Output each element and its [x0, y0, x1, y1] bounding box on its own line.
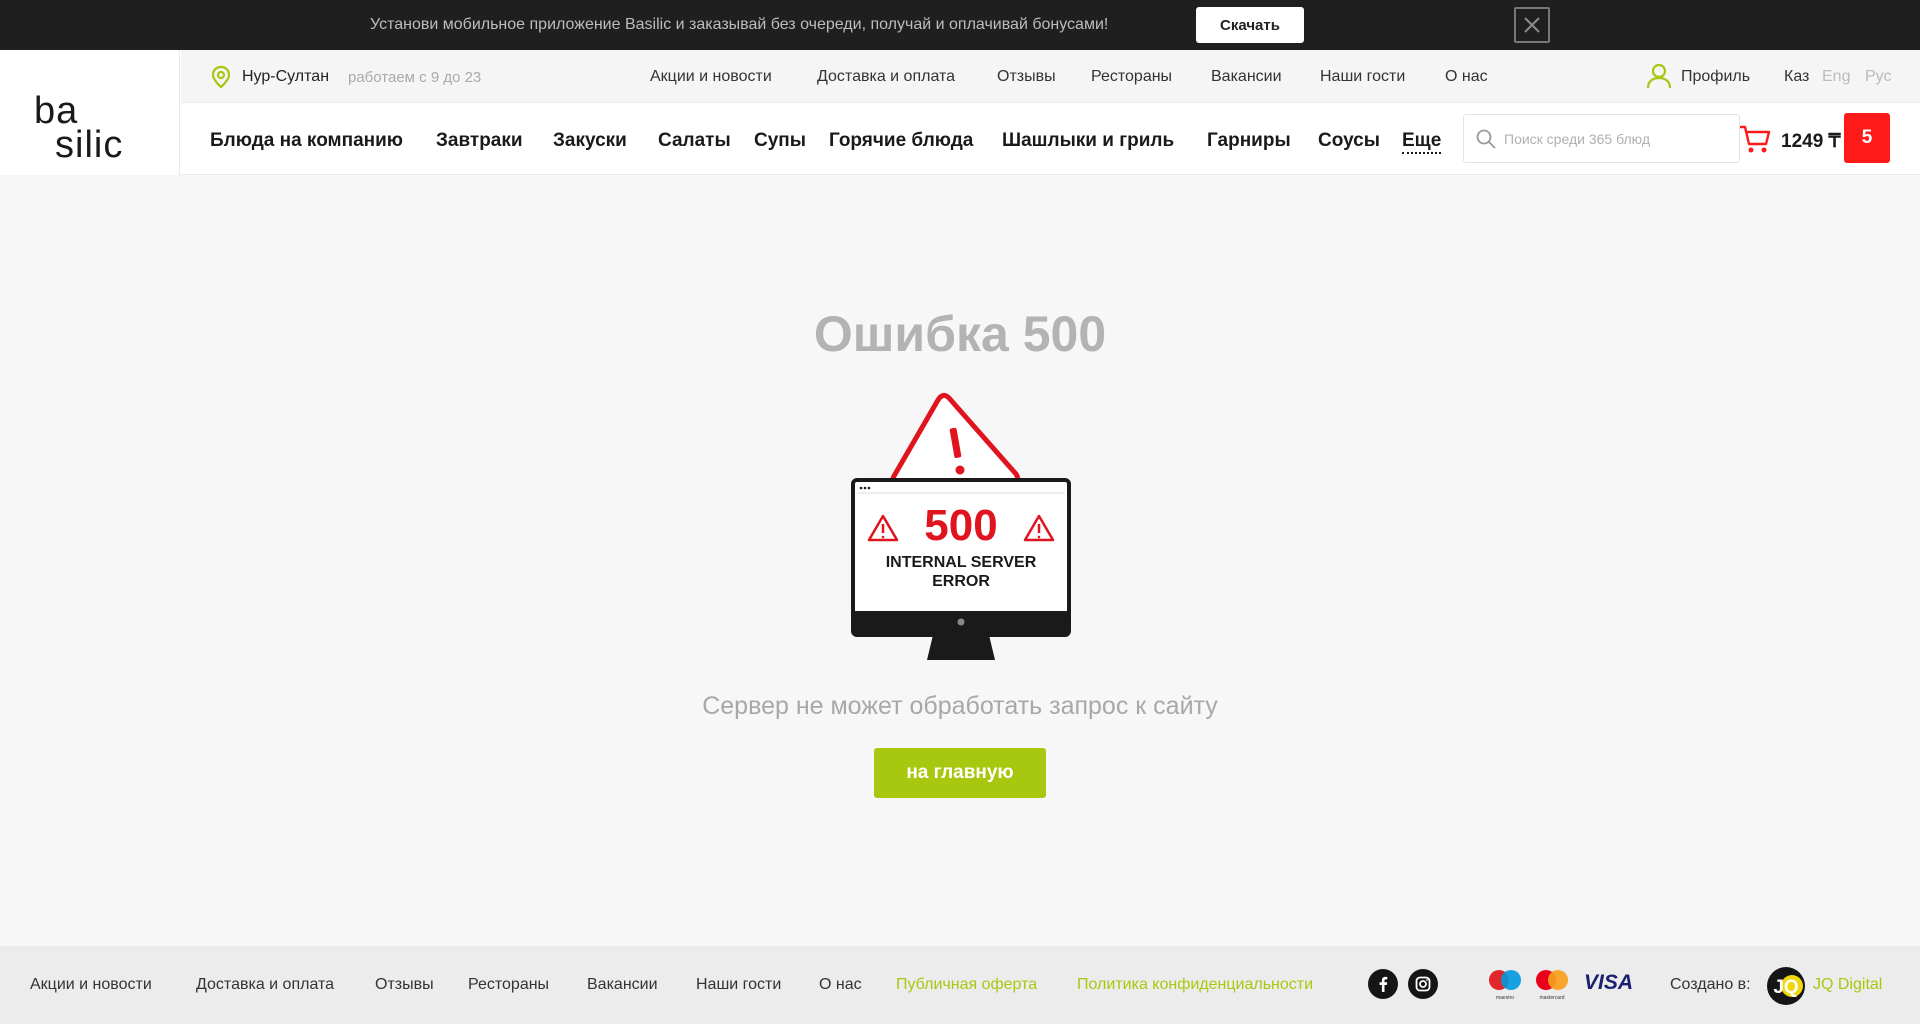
search-input[interactable] — [1504, 127, 1729, 151]
topnav-about[interactable]: О нас — [1445, 68, 1488, 86]
lang-eng[interactable]: Eng — [1822, 68, 1850, 86]
facebook-icon — [1379, 976, 1388, 992]
close-icon — [1524, 17, 1540, 33]
footer-restaurants[interactable]: Рестораны — [468, 976, 549, 994]
server-error-illustration: 500 INTERNAL SERVER ERROR — [851, 392, 1071, 660]
footer-public-offer[interactable]: Публичная оферта — [896, 976, 1037, 994]
user-icon[interactable] — [1646, 62, 1672, 90]
footer-delivery[interactable]: Доставка и оплата — [196, 976, 334, 994]
cart-icon[interactable] — [1739, 124, 1771, 154]
banner-close-button[interactable] — [1514, 7, 1550, 43]
category-sauces[interactable]: Соусы — [1318, 130, 1380, 152]
category-grill[interactable]: Шашлыки и гриль — [1002, 130, 1174, 152]
go-home-button[interactable]: на главную — [874, 748, 1046, 798]
visa-logo: VISA — [1584, 971, 1634, 994]
app-download-banner: Установи мобильное приложение Basilic и … — [0, 0, 1920, 50]
category-company[interactable]: Блюда на компанию — [210, 130, 403, 152]
site-header: ba silic Нур-Султан работаем с 9 до 23 А… — [0, 50, 1920, 175]
logo-line-2: silic — [55, 124, 124, 166]
maestro-logo: maestro — [1489, 970, 1521, 1001]
city-selector[interactable]: Нур-Султан — [242, 68, 329, 86]
svg-text:JQ: JQ — [1773, 977, 1798, 998]
profile-link[interactable]: Профиль — [1681, 68, 1750, 86]
error-title: Ошибка 500 — [813, 306, 1107, 362]
site-footer: Акции и новости Доставка и оплата Отзывы… — [0, 946, 1920, 1024]
topnav-our-guests[interactable]: Наши гости — [1320, 68, 1405, 86]
topnav-reviews[interactable]: Отзывы — [997, 68, 1056, 86]
mastercard-logo: mastercard — [1536, 970, 1568, 1001]
error-code-text: 500 — [924, 501, 997, 550]
search-icon — [1476, 129, 1496, 149]
topnav-restaurants[interactable]: Рестораны — [1091, 68, 1172, 86]
svg-text:maestro: maestro — [1496, 995, 1514, 1001]
topnav-vacancies[interactable]: Вакансии — [1211, 68, 1282, 86]
jq-digital-logo[interactable]: JQ — [1766, 966, 1806, 1006]
footer-promotions[interactable]: Акции и новости — [30, 976, 152, 994]
topnav-delivery[interactable]: Доставка и оплата — [817, 68, 955, 86]
category-hot-dishes[interactable]: Горячие блюда — [829, 130, 973, 152]
lang-kaz[interactable]: Каз — [1784, 68, 1809, 86]
error-message: Сервер не может обработать запрос к сайт… — [702, 692, 1218, 720]
search-box[interactable] — [1463, 114, 1740, 163]
screen-text-line1: INTERNAL SERVER — [886, 554, 1037, 571]
footer-our-guests[interactable]: Наши гости — [696, 976, 781, 994]
category-sides[interactable]: Гарниры — [1207, 130, 1291, 152]
footer-reviews[interactable]: Отзывы — [375, 976, 434, 994]
topnav-promotions[interactable]: Акции и новости — [650, 68, 772, 86]
cart-count-badge[interactable]: 5 — [1844, 113, 1890, 163]
jq-digital-link[interactable]: JQ Digital — [1813, 976, 1882, 994]
map-pin-icon — [211, 65, 231, 89]
made-by-label: Создано в: — [1670, 976, 1751, 993]
category-soups[interactable]: Супы — [754, 130, 806, 152]
banner-text: Установи мобильное приложение Basilic и … — [370, 16, 1109, 33]
facebook-button[interactable] — [1368, 969, 1398, 999]
screen-text-line2: ERROR — [932, 573, 990, 590]
footer-vacancies[interactable]: Вакансии — [587, 976, 658, 994]
category-salads[interactable]: Салаты — [658, 130, 731, 152]
category-more[interactable]: Еще — [1402, 130, 1442, 154]
instagram-button[interactable] — [1408, 969, 1438, 999]
instagram-icon — [1415, 976, 1431, 992]
download-app-button[interactable]: Скачать — [1196, 7, 1304, 43]
category-breakfast[interactable]: Завтраки — [436, 130, 523, 152]
lang-rus[interactable]: Рус — [1865, 68, 1892, 86]
footer-privacy-policy[interactable]: Политика конфиденциальности — [1077, 976, 1313, 994]
footer-about[interactable]: О нас — [819, 976, 862, 994]
cart-total[interactable]: 1249 ₸ — [1781, 130, 1841, 153]
svg-text:mastercard: mastercard — [1539, 995, 1564, 1001]
logo[interactable]: ba silic — [0, 50, 180, 175]
working-hours: работаем с 9 до 23 — [348, 69, 482, 86]
category-snacks[interactable]: Закуски — [553, 130, 627, 152]
